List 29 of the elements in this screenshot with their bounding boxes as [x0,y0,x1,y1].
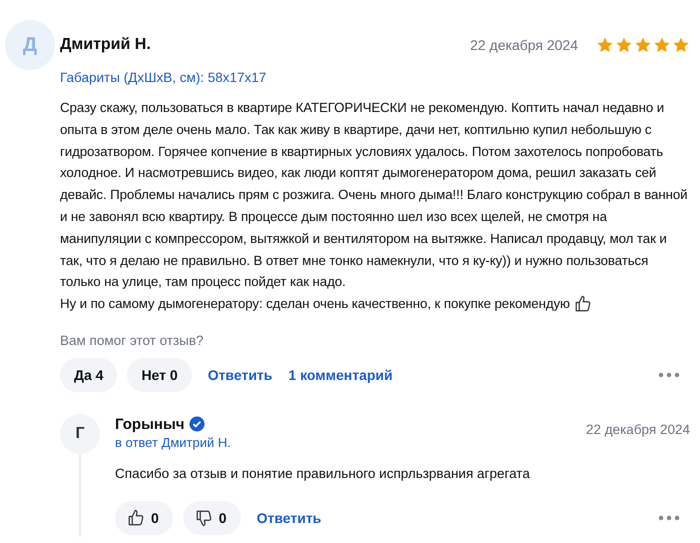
thumbs-up-icon [127,508,145,527]
spec-text: Габариты (ДхШхВ, см): 58x17x17 [60,70,268,85]
like-button[interactable]: 0 [115,500,173,535]
thumbs-up-icon [574,295,592,314]
dislike-button[interactable]: 0 [182,500,241,535]
avatar: Д [5,20,55,70]
star-icon [596,36,614,54]
reply-link[interactable]: Ответить [208,366,272,383]
review-text: Сразу скажу, пользоваться в квартире КАТЕГОРИЧЕСКИ не рекомендую. Коптить начал недавно и опыта в этом деле очень мало. Так как живу в квартире, дачи нет, коптильню купил небольшую с гидрозатвором. Горячее копчение в квартирных условиях удалось. Потом захотелось попробовать холодное. И насмотревшись видео, как люди коптят дымогенератором дома, решил заказать сей девайс. Проблемы начались прям с розжига. Очень много дыма!!! Благо конструкцию собрал в ванной и не завонял всю квартиру. В процессе дым постоянно шел изо всех щелей, не смотря на манипуляции с компрессором, вытяжкой и вентилятором на вытяжке. Написал продавцу, мол так и так, что я делаю не правильно. В ответ мне тонко намекнули, что я ку-ку)) и нужно пользоваться только на улице, там процесс пойдет как надо. [60,99,688,292]
star-icon [653,36,671,54]
star-icon [672,36,690,54]
more-icon[interactable] [658,514,680,521]
vote-button[interactable]: Да 4 [60,358,118,392]
comments-link[interactable]: 1 комментарий [288,366,393,383]
reply-text: Спасибо за отзыв и понятие правильного испрльзрвания агрегата [115,466,531,481]
review-text: Ну и по самому дымогенератору: сделан очень качественно, к покупке рекомендую [60,295,570,314]
vote-button[interactable]: Нет 0 [127,358,192,392]
star-icon [615,36,633,54]
more-icon[interactable] [658,372,680,378]
reply-to-link[interactable]: в ответ Дмитрий Н. [115,434,231,450]
avatar: Г [60,414,100,454]
thumbs-down-icon [194,508,213,527]
author-name: Дмитрий Н. [60,36,151,54]
star-icon [634,36,652,54]
author-name: Горыныч [115,416,184,433]
review-date: 22 декабря 2024 [470,37,578,53]
reply-link[interactable]: Ответить [256,510,322,526]
helpful-question: Вам помог этот отзыв? [60,332,205,348]
reply-date: 22 декабря 2024 [586,420,690,439]
